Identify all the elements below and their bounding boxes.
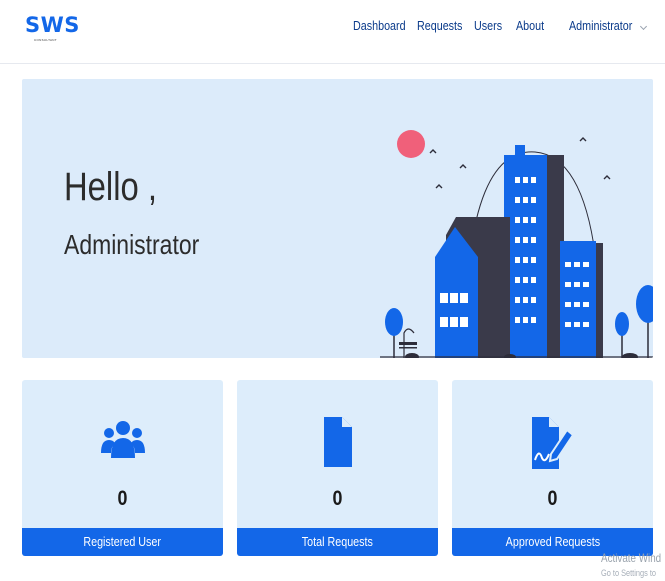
main-nav: Dashboard Requests Users About Administr… xyxy=(0,19,665,39)
nav-item-requests[interactable]: Requests xyxy=(417,19,462,33)
stat-card-approved-requests: 0 Approved Requests xyxy=(452,380,653,556)
building-medium xyxy=(560,241,596,358)
tree-right xyxy=(636,285,653,323)
user-menu[interactable]: Administrator xyxy=(569,19,632,33)
nav-item-dashboard[interactable]: Dashboard xyxy=(353,19,406,33)
registered-user-link[interactable]: Registered User xyxy=(22,528,223,556)
document-icon xyxy=(237,416,438,467)
total-requests-count: 0 xyxy=(332,487,343,510)
top-navbar: SWS CONSULTANT Dashboard Requests Users … xyxy=(0,0,665,64)
registered-user-label: Registered User xyxy=(83,535,162,549)
building-tall xyxy=(504,155,551,358)
users-icon xyxy=(22,416,223,466)
nav-item-users[interactable]: Users xyxy=(474,19,502,33)
tree-right-small xyxy=(615,312,629,336)
approved-requests-count: 0 xyxy=(547,487,558,510)
registered-user-count: 0 xyxy=(117,487,128,510)
sun-shape xyxy=(397,130,425,158)
approved-requests-label: Approved Requests xyxy=(505,535,600,549)
total-requests-link[interactable]: Total Requests xyxy=(237,528,438,556)
bench-shape xyxy=(399,342,417,345)
windows-activation-watermark: Activate Wind xyxy=(601,551,662,565)
hero-username: Administrator xyxy=(64,229,200,260)
tree-left xyxy=(385,308,403,336)
city-buildings-illustration xyxy=(380,130,653,358)
stat-card-registered-users: 0 Registered User xyxy=(22,380,223,556)
stat-card-total-requests: 0 Total Requests xyxy=(237,380,438,556)
hero-greeting: Hello , xyxy=(64,165,157,209)
windows-activation-hint: Go to Settings to xyxy=(601,568,656,578)
nav-item-about[interactable]: About xyxy=(516,19,544,33)
welcome-banner: Hello , Administrator xyxy=(22,79,653,358)
total-requests-label: Total Requests xyxy=(301,535,374,549)
signed-document-icon xyxy=(452,416,653,469)
